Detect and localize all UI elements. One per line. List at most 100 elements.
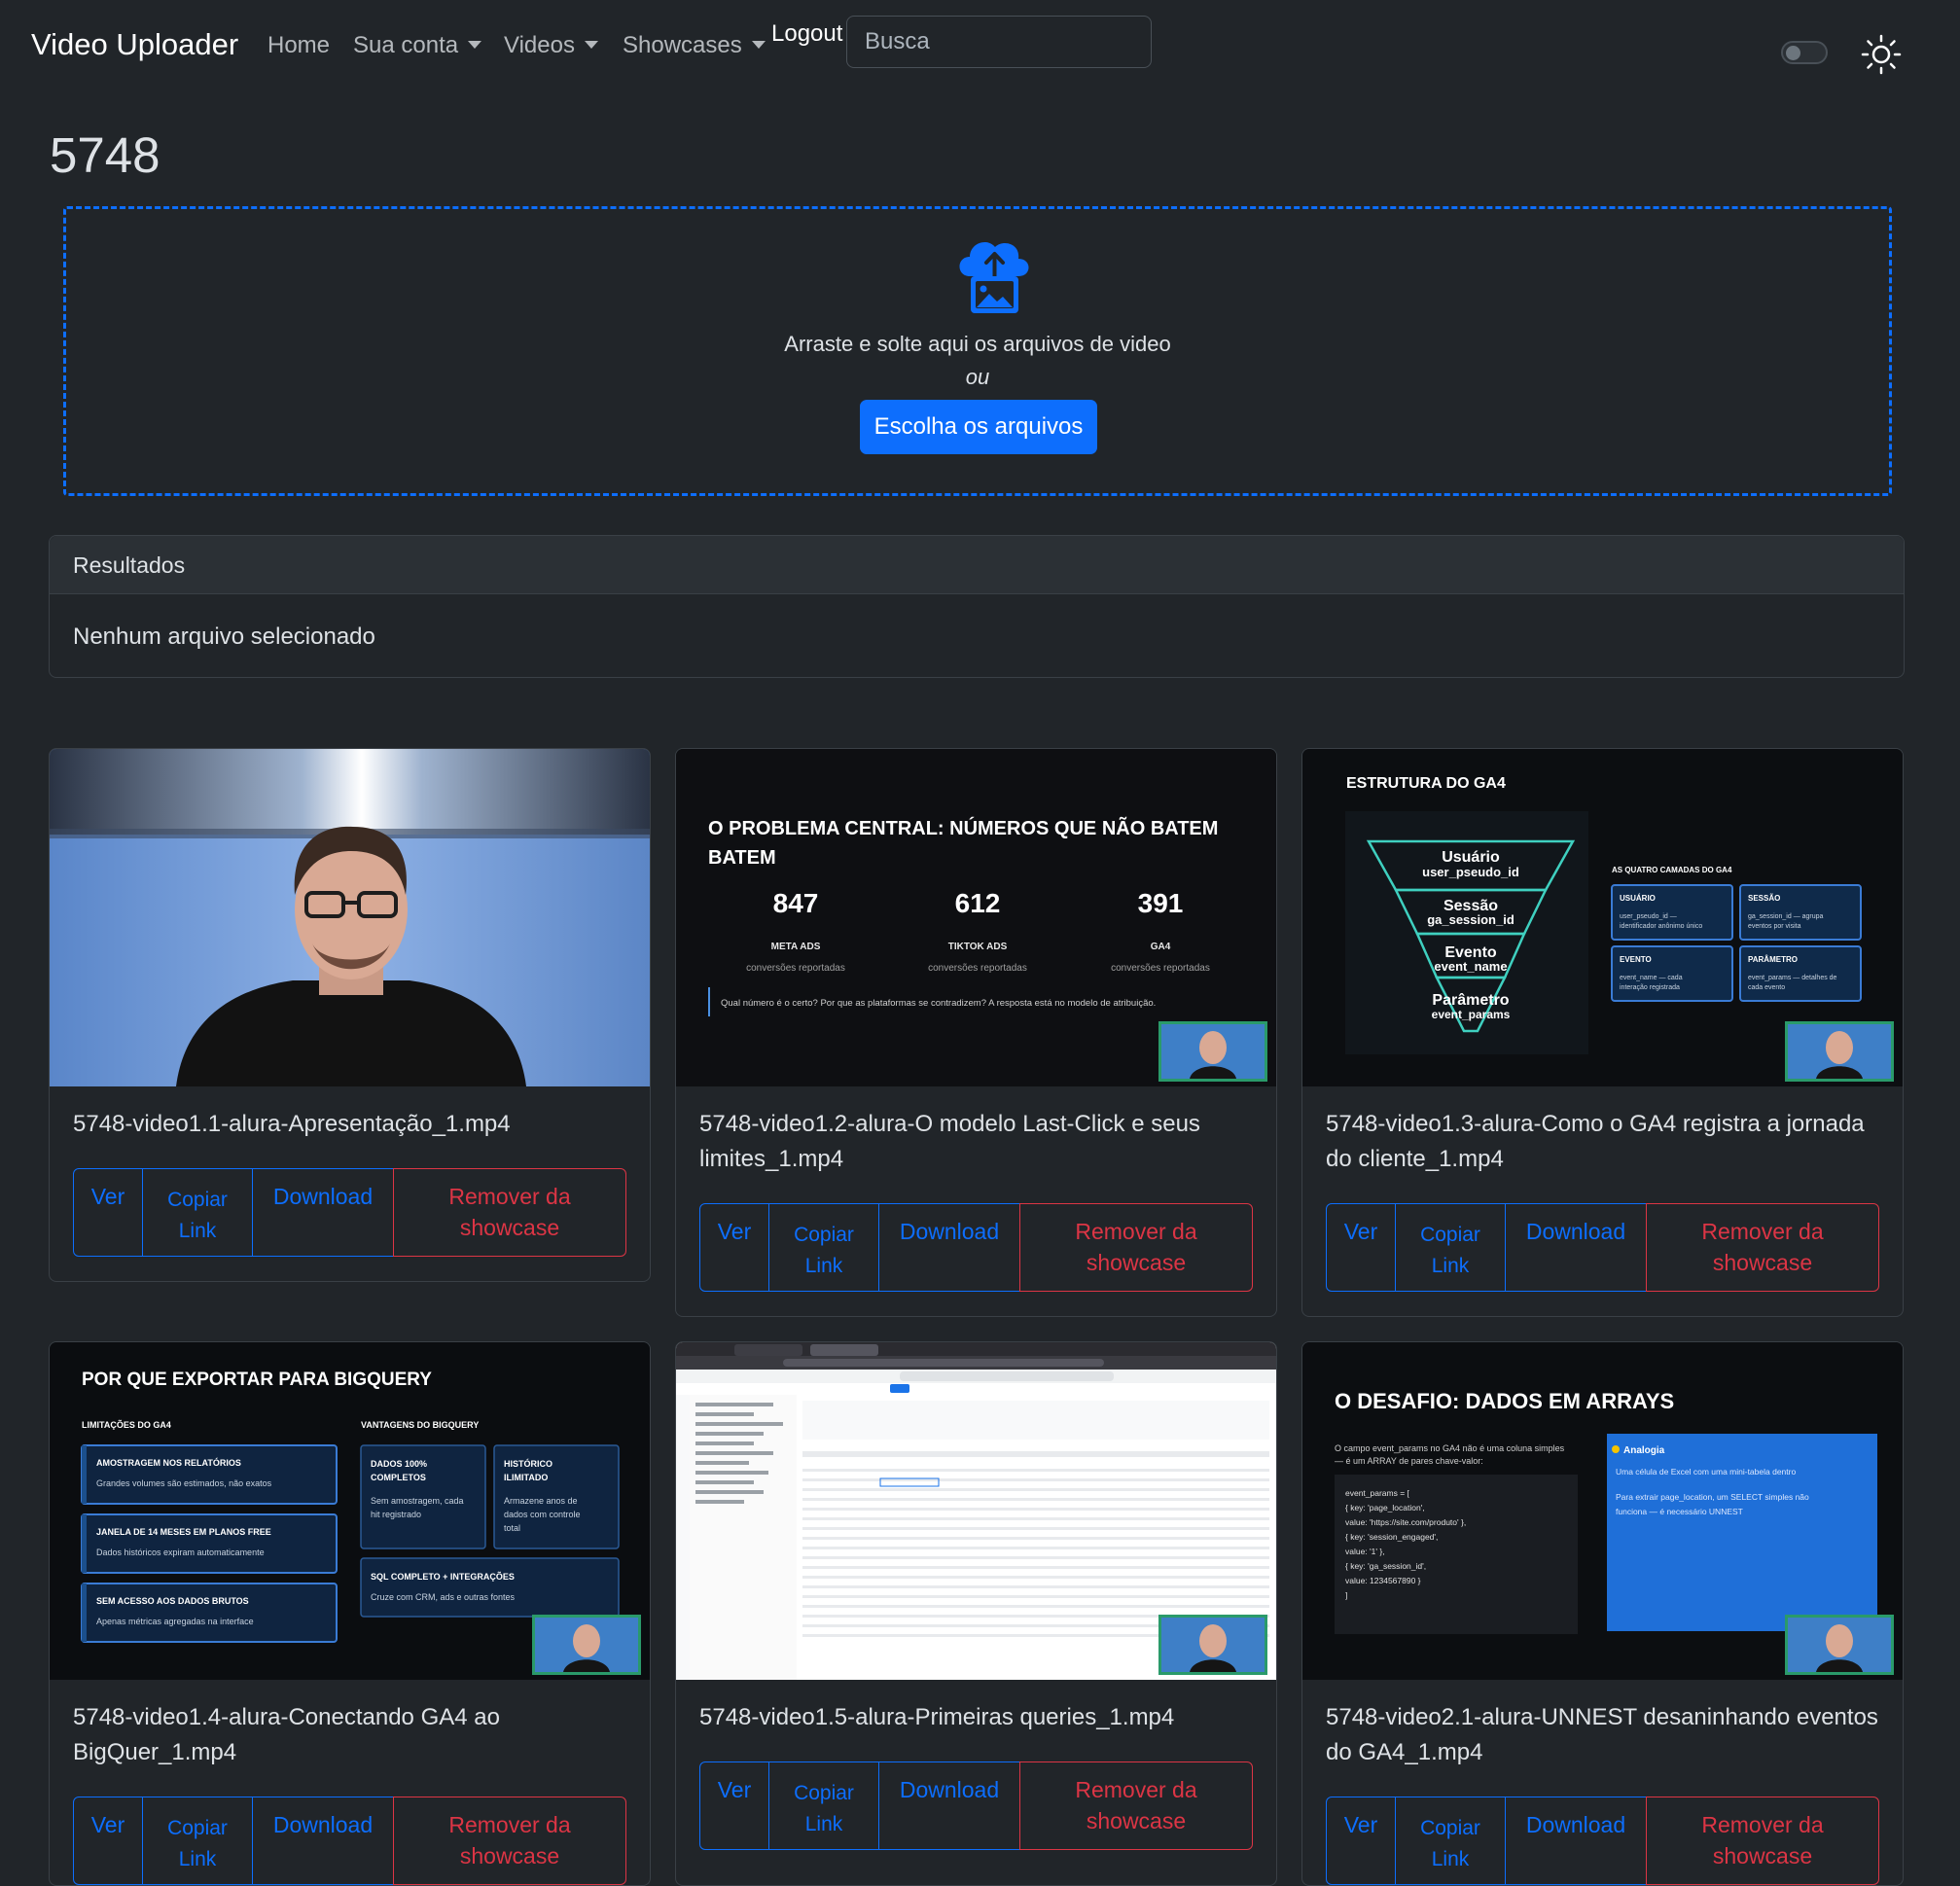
copy-link-button[interactable]: Copiar Link [142, 1168, 253, 1257]
view-button[interactable]: Ver [1326, 1797, 1396, 1885]
file-dropzone[interactable]: Arraste e solte aqui os arquivos de vide… [63, 206, 1892, 496]
video-card: 5748-video1.1-alura-Apresentação_1.mp4 V… [49, 748, 651, 1282]
video-thumbnail[interactable]: POR QUE EXPORTAR PARA BIGQUERY LIMITAÇÕE… [50, 1342, 650, 1680]
copy-link-button[interactable]: Copiar Link [1395, 1203, 1506, 1292]
layer-box-text: event_name — cada [1620, 975, 1683, 981]
analogy-text: Uma célula de Excel com uma mini-tabela … [1616, 1467, 1796, 1477]
layer-box-title: EVENTO [1620, 955, 1652, 964]
copy-link-label: Copiar [1420, 1817, 1480, 1839]
toggle-knob [1786, 46, 1800, 60]
video-actions: Ver Copiar Link Download Remover da showca… [73, 1797, 626, 1885]
copy-link-label: Copiar [167, 1817, 228, 1839]
copy-link-label: Link [1431, 1255, 1470, 1277]
remove-from-showcase-button[interactable]: Remover da showcase [1019, 1203, 1253, 1292]
download-button[interactable]: Download [252, 1168, 394, 1257]
video-filename: 5748-video2.1-alura-UNNEST desaninhando … [1326, 1704, 1878, 1765]
advantage-title: ILIMITADO [504, 1473, 548, 1482]
remove-label: showcase [1712, 1843, 1813, 1868]
nav-showcases-dropdown[interactable]: Showcases [623, 32, 766, 59]
nav-showcases-label: Showcases [623, 32, 742, 58]
remove-from-showcase-button[interactable]: Remover da showcase [1646, 1797, 1879, 1885]
remove-from-showcase-button[interactable]: Remover da showcase [393, 1168, 626, 1257]
code-line: value: 1234567890 } [1345, 1576, 1421, 1585]
advantage-title: DADOS 100% [371, 1459, 427, 1469]
stat-sub: conversões reportadas [928, 963, 1027, 974]
remove-from-showcase-button[interactable]: Remover da showcase [1019, 1761, 1253, 1850]
results-status: Nenhum arquivo selecionado [73, 623, 375, 650]
sun-icon[interactable] [1860, 33, 1903, 76]
funnel-layer-name: Parâmetro [1432, 992, 1509, 1009]
stat-label: TIKTOK ADS [948, 942, 1008, 952]
stat-value: 391 [1138, 888, 1184, 918]
view-button[interactable]: Ver [73, 1797, 143, 1885]
search-input[interactable] [846, 16, 1152, 68]
stat-sub: conversões reportadas [746, 963, 845, 974]
video-thumbnail[interactable]: O DESAFIO: DADOS EM ARRAYS O campo event… [1302, 1342, 1903, 1680]
layer-box-text: eventos por visita [1748, 923, 1801, 930]
copy-link-button[interactable]: Copiar Link [768, 1203, 879, 1292]
view-button[interactable]: Ver [699, 1761, 769, 1850]
limit-title: AMOSTRAGEM NOS RELATÓRIOS [96, 1457, 241, 1468]
funnel-layer-id: user_pseudo_id [1422, 865, 1519, 879]
remove-label: Remover da [1075, 1219, 1197, 1244]
video-actions: Ver Copiar Link Download Remover da showca… [73, 1168, 626, 1257]
layer-box-text: interação registrada [1620, 984, 1680, 991]
remove-label: showcase [459, 1843, 560, 1868]
copy-link-button[interactable]: Copiar Link [1395, 1797, 1506, 1885]
slide-title: O PROBLEMA CENTRAL: NÚMEROS QUE NÃO BATE… [708, 816, 1218, 839]
nav-account-dropdown[interactable]: Sua conta [353, 32, 482, 59]
view-button[interactable]: Ver [73, 1168, 143, 1257]
analogy-title: Analogia [1623, 1445, 1665, 1456]
download-button[interactable]: Download [1505, 1797, 1647, 1885]
download-button[interactable]: Download [878, 1203, 1020, 1292]
choose-files-button[interactable]: Escolha os arquivos [860, 400, 1097, 454]
video-actions: Ver Copiar Link Download Remover da showca… [1326, 1797, 1879, 1885]
video-thumbnail[interactable]: O PROBLEMA CENTRAL: NÚMEROS QUE NÃO BATE… [676, 749, 1276, 1086]
download-button[interactable]: Download [878, 1761, 1020, 1850]
code-line: value: 'https://site.com/produto' }, [1345, 1517, 1466, 1527]
nav-home[interactable]: Home [267, 32, 330, 59]
results-header: Resultados [50, 536, 1904, 594]
brand-link[interactable]: Video Uploader [31, 27, 238, 62]
video-card: POR QUE EXPORTAR PARA BIGQUERY LIMITAÇÕE… [49, 1341, 651, 1886]
page-title: 5748 [50, 127, 160, 183]
video-thumbnail[interactable] [676, 1342, 1276, 1680]
copy-link-button[interactable]: Copiar Link [142, 1797, 253, 1885]
funnel-layer-id: event_name [1434, 959, 1507, 974]
video-filename: 5748-video1.3-alura-Como o GA4 registra … [1326, 1111, 1865, 1172]
layer-box-title: PARÂMETRO [1748, 955, 1798, 964]
video-filename: 5748-video1.5-alura-Primeiras queries_1.… [699, 1704, 1175, 1730]
view-button[interactable]: Ver [699, 1203, 769, 1292]
video-thumbnail[interactable] [50, 749, 650, 1086]
video-actions: Ver Copiar Link Download Remover da showca… [699, 1761, 1253, 1850]
view-button[interactable]: Ver [1326, 1203, 1396, 1292]
logout-link[interactable]: Logout [771, 20, 842, 48]
remove-from-showcase-button[interactable]: Remover da showcase [393, 1797, 626, 1885]
download-button[interactable]: Download [252, 1797, 394, 1885]
copy-link-label: Copiar [794, 1782, 854, 1804]
video-filename: 5748-video1.4-alura-Conectando GA4 ao Bi… [73, 1704, 500, 1765]
remove-label: Remover da [1075, 1777, 1197, 1802]
layer-box-text: identificador anônimo único [1620, 923, 1702, 930]
layer-box-title: SESSÃO [1748, 894, 1780, 903]
theme-toggle-switch[interactable] [1781, 41, 1828, 64]
remove-label: showcase [459, 1215, 560, 1240]
video-actions: Ver Copiar Link Download Remover da showca… [1326, 1203, 1879, 1292]
results-panel: Resultados Nenhum arquivo selecionado [49, 535, 1905, 678]
advantage-text: dados com controle [504, 1510, 581, 1519]
funnel-layer-name: Usuário [1442, 849, 1500, 866]
stat-value: 612 [955, 888, 1001, 918]
funnel-layer-id: event_params [1432, 1008, 1511, 1021]
copy-link-button[interactable]: Copiar Link [768, 1761, 879, 1850]
remove-from-showcase-button[interactable]: Remover da showcase [1646, 1203, 1879, 1292]
analogy-text: funciona — é necessário UNNEST [1616, 1507, 1743, 1516]
remove-label: Remover da [448, 1184, 571, 1209]
copy-link-label: Link [804, 1813, 843, 1835]
slide-title: ESTRUTURA DO GA4 [1346, 775, 1506, 792]
video-thumbnail[interactable]: ESTRUTURA DO GA4 Usuário user_pseudo_id … [1302, 749, 1903, 1086]
download-button[interactable]: Download [1505, 1203, 1647, 1292]
code-line: value: '1' }, [1345, 1547, 1385, 1556]
caret-down-icon [584, 40, 598, 49]
copy-link-label: Link [804, 1255, 843, 1277]
nav-videos-dropdown[interactable]: Videos [504, 32, 598, 59]
